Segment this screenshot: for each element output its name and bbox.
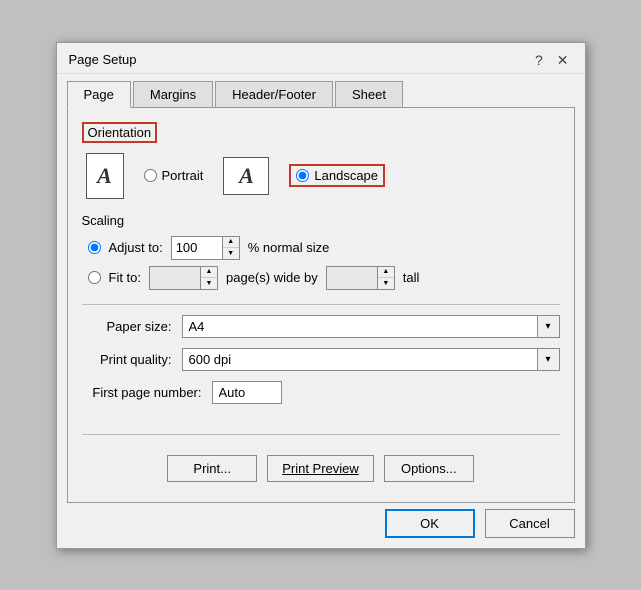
tab-content-page: Orientation A Portrait A Landscape Scali… (67, 107, 575, 503)
first-page-row: First page number: (82, 381, 560, 404)
landscape-icon: A (223, 157, 269, 195)
fit-wide-arrows: ▲ ▼ (201, 266, 218, 290)
orientation-section: Orientation A Portrait A Landscape (82, 122, 560, 199)
fit-to-row: Fit to: ▲ ▼ page(s) wide by ▲ ▼ ta (82, 266, 560, 290)
fit-tall-suffix: tall (403, 270, 420, 285)
fit-to-label[interactable]: Fit to: (109, 270, 142, 285)
landscape-radio-label[interactable]: Landscape (314, 168, 378, 183)
paper-size-row: Paper size: A4 ▾ (82, 315, 560, 338)
paper-size-arrow-icon[interactable]: ▾ (537, 316, 559, 337)
fit-tall-up-btn[interactable]: ▲ (378, 267, 394, 278)
adjust-value-input[interactable] (171, 236, 223, 260)
portrait-radio-group: Portrait (144, 168, 204, 183)
scaling-section: Scaling Adjust to: ▲ ▼ % normal size Fit… (82, 213, 560, 290)
options-button[interactable]: Options... (384, 455, 474, 482)
tab-page[interactable]: Page (67, 81, 131, 108)
tab-sheet[interactable]: Sheet (335, 81, 403, 108)
fit-wide-up-btn[interactable]: ▲ (201, 267, 217, 278)
portrait-radio-label[interactable]: Portrait (162, 168, 204, 183)
divider-1 (82, 304, 560, 305)
paper-size-value: A4 (183, 317, 537, 336)
adjust-to-radio[interactable] (88, 241, 101, 254)
adjust-arrows: ▲ ▼ (223, 236, 240, 260)
tab-bar: Page Margins Header/Footer Sheet (57, 74, 585, 107)
first-page-label: First page number: (82, 385, 202, 400)
fit-tall-down-btn[interactable]: ▼ (378, 278, 394, 289)
landscape-radio[interactable] (296, 169, 309, 182)
first-page-input[interactable] (212, 381, 282, 404)
fit-wide-spinner: ▲ ▼ (149, 266, 218, 290)
adjust-down-btn[interactable]: ▼ (223, 248, 239, 259)
fit-tall-spinner: ▲ ▼ (326, 266, 395, 290)
dialog-title: Page Setup (69, 52, 137, 67)
adjust-to-label[interactable]: Adjust to: (109, 240, 163, 255)
fit-tall-arrows: ▲ ▼ (378, 266, 395, 290)
help-button[interactable]: ? (531, 51, 547, 69)
print-quality-arrow-icon[interactable]: ▾ (537, 349, 559, 370)
divider-2 (82, 434, 560, 435)
fit-wide-down-btn[interactable]: ▼ (201, 278, 217, 289)
print-quality-label: Print quality: (82, 352, 172, 367)
portrait-icon: A (86, 153, 124, 199)
print-button[interactable]: Print... (167, 455, 257, 482)
tab-margins[interactable]: Margins (133, 81, 213, 108)
print-quality-row: Print quality: 600 dpi ▾ (82, 348, 560, 371)
title-buttons: ? ✕ (531, 51, 573, 69)
close-button[interactable]: ✕ (553, 51, 573, 69)
orientation-label: Orientation (82, 122, 158, 143)
print-preview-label: Print Preview (282, 461, 359, 476)
fit-to-radio[interactable] (88, 271, 101, 284)
adjust-up-btn[interactable]: ▲ (223, 237, 239, 248)
print-quality-dropdown[interactable]: 600 dpi ▾ (182, 348, 560, 371)
landscape-radio-group: Landscape (289, 164, 385, 187)
portrait-radio[interactable] (144, 169, 157, 182)
print-preview-button[interactable]: Print Preview (267, 455, 374, 482)
print-quality-value: 600 dpi (183, 350, 537, 369)
adjust-suffix: % normal size (248, 240, 330, 255)
ok-button[interactable]: OK (385, 509, 475, 538)
fit-wide-suffix: page(s) wide by (226, 270, 318, 285)
cancel-button[interactable]: Cancel (485, 509, 575, 538)
scaling-title: Scaling (82, 213, 560, 228)
adjust-to-row: Adjust to: ▲ ▼ % normal size (82, 236, 560, 260)
orientation-row: A Portrait A Landscape (82, 153, 560, 199)
ok-cancel-row: OK Cancel (57, 503, 585, 548)
adjust-spinner: ▲ ▼ (171, 236, 240, 260)
title-bar: Page Setup ? ✕ (57, 43, 585, 74)
tab-header-footer[interactable]: Header/Footer (215, 81, 333, 108)
page-setup-dialog: Page Setup ? ✕ Page Margins Header/Foote… (56, 42, 586, 549)
paper-size-dropdown[interactable]: A4 ▾ (182, 315, 560, 338)
action-button-row: Print... Print Preview Options... (82, 445, 560, 488)
fit-wide-input[interactable] (149, 266, 201, 290)
paper-size-label: Paper size: (82, 319, 172, 334)
fit-tall-input[interactable] (326, 266, 378, 290)
